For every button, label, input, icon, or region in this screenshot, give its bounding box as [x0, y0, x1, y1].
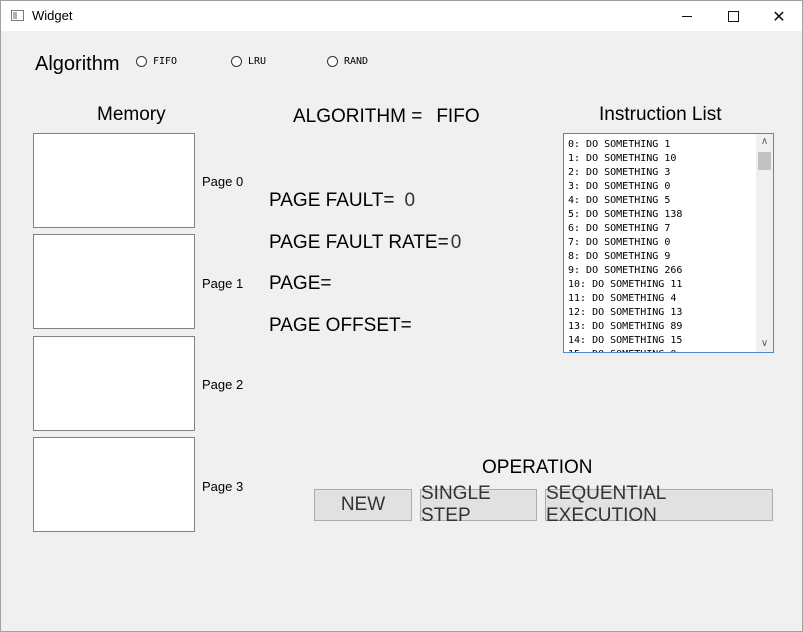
scroll-down-icon[interactable]: ∨: [756, 336, 773, 352]
page-3-label: Page 3: [202, 479, 244, 494]
title-bar: Widget ✕: [1, 1, 802, 31]
radio-fifo[interactable]: FIFO: [136, 56, 177, 67]
instruction-list-scrollbar[interactable]: ∧ ∨: [756, 134, 773, 352]
page-fault-rate-label: PAGE FAULT RATE=: [269, 232, 449, 253]
page-fault-stat: PAGE FAULT= 0: [269, 190, 415, 212]
instruction-item[interactable]: 1: DO SOMETHING 10: [568, 152, 682, 166]
instruction-item[interactable]: 5: DO SOMETHING 138: [568, 208, 682, 222]
page-fault-rate-stat: PAGE FAULT RATE= 0: [269, 232, 461, 254]
instruction-list[interactable]: 0: DO SOMETHING 1 1: DO SOMETHING 10 2: DO…: [563, 133, 774, 353]
memory-title: Memory: [97, 104, 166, 125]
maximize-icon: [727, 10, 739, 22]
instruction-item[interactable]: 11: DO SOMETHING 4: [568, 292, 682, 306]
radio-circle-icon[interactable]: [136, 56, 147, 67]
memory-page-2-frame: [33, 336, 195, 431]
instruction-item[interactable]: 7: DO SOMETHING 0: [568, 236, 682, 250]
close-icon: ✕: [772, 6, 786, 26]
sequential-execution-button[interactable]: SEQUENTIAL EXECUTION: [545, 483, 773, 526]
instruction-item[interactable]: 0: DO SOMETHING 1: [568, 138, 682, 152]
memory-page-1-frame: [33, 234, 195, 329]
instruction-item[interactable]: 2: DO SOMETHING 3: [568, 166, 682, 180]
instruction-item[interactable]: 15: DO SOMETHING 0: [568, 348, 682, 352]
radio-lru[interactable]: LRU: [231, 56, 266, 67]
radio-circle-icon[interactable]: [327, 56, 338, 67]
page-label: PAGE=: [269, 273, 332, 294]
scroll-up-icon[interactable]: ∧: [756, 134, 773, 150]
minimize-button[interactable]: [664, 1, 710, 31]
instruction-item[interactable]: 4: DO SOMETHING 5: [568, 194, 682, 208]
memory-page-0-frame: [33, 133, 195, 228]
minimize-icon: [682, 15, 692, 17]
algorithm-status: ALGORITHM = FIFO: [293, 106, 480, 128]
maximize-button[interactable]: [710, 1, 756, 31]
page-fault-rate-value: 0: [450, 232, 462, 253]
instruction-item[interactable]: 10: DO SOMETHING 11: [568, 278, 682, 292]
page-fault-label: PAGE FAULT=: [269, 190, 395, 211]
algorithm-status-value: FIFO: [436, 106, 480, 127]
radio-lru-label: LRU: [248, 56, 267, 67]
algorithm-status-label: ALGORITHM =: [293, 106, 423, 127]
window-title: Widget: [32, 8, 73, 23]
radio-rand-label: RAND: [344, 56, 369, 67]
scroll-thumb[interactable]: [758, 152, 771, 170]
operation-title: OPERATION: [482, 457, 593, 478]
page-offset-label: PAGE OFFSET=: [269, 315, 412, 336]
page-fault-value: 0: [404, 190, 416, 211]
app-window: Widget ✕ Algorithm FIFO LRU RAND Memory …: [0, 0, 803, 632]
radio-circle-icon[interactable]: [231, 56, 242, 67]
algorithm-label: Algorithm: [35, 53, 120, 75]
instruction-list-title: Instruction List: [599, 104, 722, 125]
new-button[interactable]: NEW: [314, 489, 412, 521]
instruction-item[interactable]: 3: DO SOMETHING 0: [568, 180, 682, 194]
instruction-item[interactable]: 8: DO SOMETHING 9: [568, 250, 682, 264]
page-2-label: Page 2: [202, 377, 244, 392]
page-stat: PAGE=: [269, 273, 331, 295]
instruction-item[interactable]: 13: DO SOMETHING 89: [568, 320, 682, 334]
instruction-item[interactable]: 12: DO SOMETHING 13: [568, 306, 682, 320]
instruction-item[interactable]: 14: DO SOMETHING 15: [568, 334, 682, 348]
instruction-item[interactable]: 6: DO SOMETHING 7: [568, 222, 682, 236]
page-0-label: Page 0: [202, 174, 244, 189]
memory-page-3-frame: [33, 437, 195, 532]
instruction-items: 0: DO SOMETHING 1 1: DO SOMETHING 10 2: DO…: [568, 138, 682, 352]
page-offset-stat: PAGE OFFSET=: [269, 315, 412, 337]
close-button[interactable]: ✕: [756, 1, 802, 31]
radio-rand[interactable]: RAND: [327, 56, 368, 67]
window-app-icon: [11, 10, 24, 21]
instruction-item[interactable]: 9: DO SOMETHING 266: [568, 264, 682, 278]
page-1-label: Page 1: [202, 276, 244, 291]
single-step-button[interactable]: SINGLE STEP: [420, 483, 537, 526]
radio-fifo-label: FIFO: [153, 56, 178, 67]
